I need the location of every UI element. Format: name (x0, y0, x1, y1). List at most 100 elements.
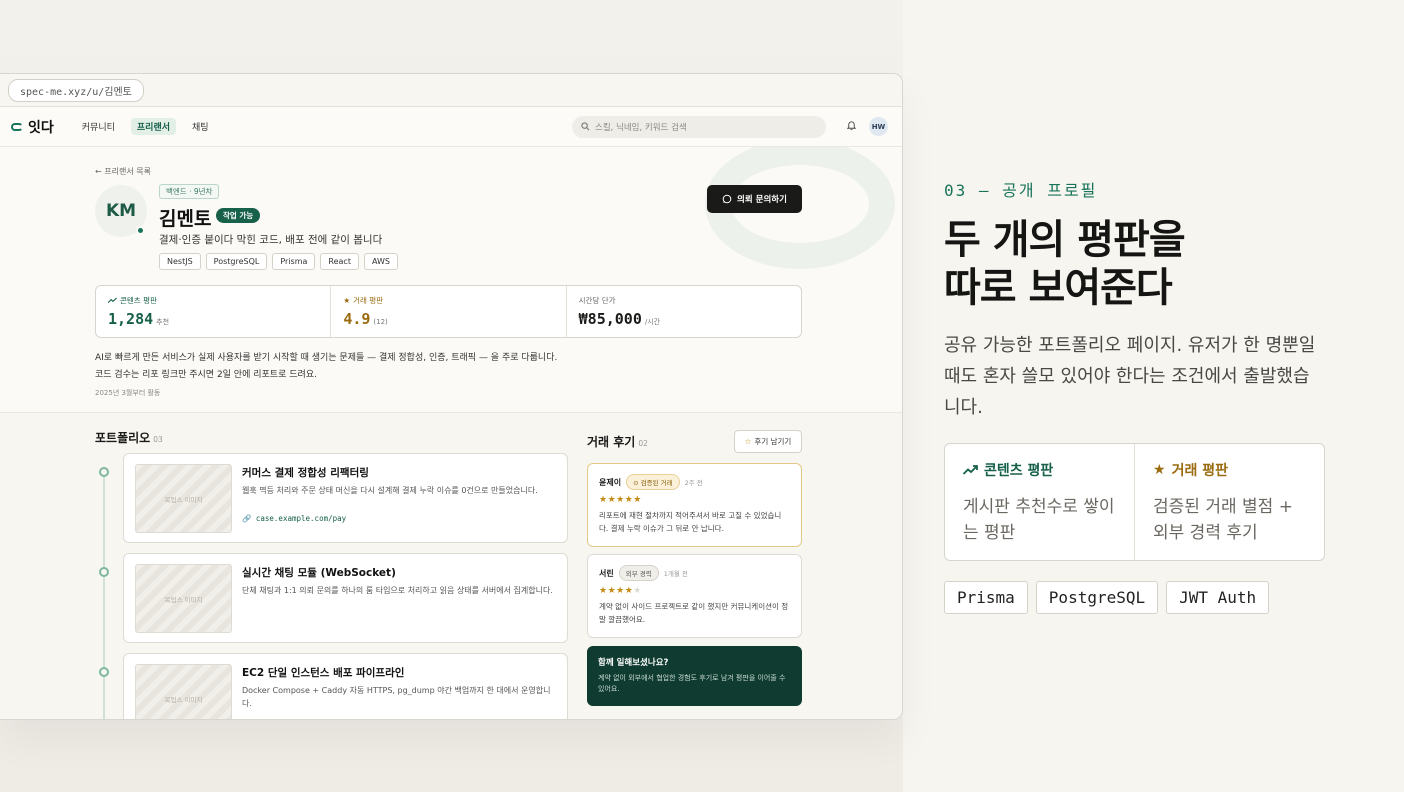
stat-value: ₩85,000 (578, 310, 642, 328)
portfolio-card-desc: 웹훅 멱등 처리와 주문 상태 머신을 다시 설계해 결제 누락 이슈를 0건으… (242, 486, 538, 495)
trending-up-icon (108, 297, 117, 304)
stat-label: 콘텐츠 평판 (120, 296, 157, 305)
reputation-content: 콘텐츠 평판 게시판 추천수로 쌓이는 평판 (945, 444, 1135, 560)
online-status-dot (136, 226, 145, 235)
stats-bar: 콘텐츠 평판 1,284 추천 ★ 거래 평판 4.9 (12) 시간당 단가 ₩8… (95, 285, 802, 338)
stat-value: 4.9 (343, 310, 371, 328)
panel-description: 공유 가능한 포트폴리오 페이지. 유저가 한 명뿐일 때도 혼자 쓸모 있어야… (944, 335, 1316, 418)
star-icon: ★ (343, 296, 351, 305)
stat-label: 시간당 단가 (578, 296, 616, 305)
review-time: 1개월 전 (663, 570, 688, 578)
stat-sub: /시간 (644, 318, 661, 326)
skill-chip[interactable]: React (320, 253, 359, 270)
rating-stars: ★★★★★ (599, 586, 642, 596)
availability-badge: 작업 가능 (216, 208, 261, 223)
reputation-box: 콘텐츠 평판 게시판 추천수로 쌓이는 평판 ★ 거래 평판 검증된 거래 별점… (944, 443, 1325, 561)
stat-label: 거래 평판 (353, 296, 384, 305)
cta-text: 계약 없이 외부에서 협업한 경험도 후기로 남겨 평판을 이어줄 수 있어요. (598, 674, 786, 693)
stat-sub: (12) (373, 318, 388, 326)
review-text: 계약 없이 사이드 프로젝트로 같이 했지만 커뮤니케이션이 정말 깔끔했어요. (599, 602, 789, 624)
timeline-dot (99, 567, 109, 577)
write-review-button[interactable]: ☆ 후기 남기기 (734, 430, 802, 453)
skill-chip[interactable]: AWS (363, 253, 398, 270)
check-circle-icon: ⊙ (633, 479, 639, 487)
tech-chips: Prisma PostgreSQL JWT Auth (944, 581, 1270, 614)
logo-text: 잇다 (28, 119, 54, 136)
app-nav: 잇다 커뮤니티 프리랜서 채팅 스킬, 닉네임, 키워드 검색 HW (0, 107, 902, 147)
portfolio-thumbnail: 목업스 이미지 (135, 564, 232, 633)
reputation-text: 검증된 거래 별점 + 외부 경력 후기 (1153, 497, 1293, 543)
user-avatar[interactable]: HW (869, 117, 888, 136)
star-outline-icon: ☆ (744, 437, 752, 446)
profile-tagline: 결제·인증 붙이다 막힌 코드, 배포 전에 같이 봅니다 (159, 234, 383, 246)
review-card: 윤제이 ⊙ 검증된 거래 2주 전 ★★★★★ 리포트에 재현 절차까지 적어주… (587, 463, 802, 547)
skill-chip[interactable]: Prisma (272, 253, 316, 270)
nav-item-freelancer[interactable]: 프리랜서 (130, 118, 177, 135)
lower-section: 포트폴리오 03 목업스 이미지 커머스 결제 정합성 리팩터링 웹훅 멱등 처리… (0, 413, 902, 719)
role-tag: 백엔드 · 9년차 (159, 184, 220, 199)
tech-chip: JWT Auth (1166, 581, 1270, 614)
portfolio-card-title: 커머스 결제 정합성 리팩터링 (242, 467, 369, 479)
inquiry-button[interactable]: 의뢰 문의하기 (707, 185, 802, 213)
portfolio-card[interactable]: 목업스 이미지 커머스 결제 정합성 리팩터링 웹훅 멱등 처리와 주문 상태 … (123, 453, 568, 543)
search-icon (581, 122, 590, 131)
cta-title: 함께 일해보셨나요? (598, 658, 669, 668)
bio-line: AI로 빠르게 만든 서비스가 실제 사용자를 받기 시작할 때 생기는 문제들… (95, 353, 558, 363)
panel-headline: 두 개의 평판을 따로 보여준다 (944, 217, 1186, 311)
stat-content-reputation: 콘텐츠 평판 1,284 추천 (96, 286, 332, 337)
reviews-count: 02 (638, 439, 648, 448)
browser-window: spec-me.xyz/u/김멘토 잇다 커뮤니티 프리랜서 채팅 스킬, 닉네… (0, 73, 903, 720)
portfolio-title: 포트폴리오 03 (95, 431, 163, 445)
skill-chip[interactable]: PostgreSQL (205, 253, 268, 270)
stat-value: 1,284 (108, 310, 154, 328)
timeline-dot (99, 467, 109, 477)
review-text: 리포트에 재현 절차까지 적어주셔서 바로 고칠 수 있었습니다. 결제 누락 … (599, 511, 782, 533)
portfolio-card-desc: Docker Compose + Caddy 자동 HTTPS, pg_dump… (242, 686, 551, 708)
logo-icon (11, 122, 23, 131)
reputation-title: 콘텐츠 평판 (984, 463, 1054, 479)
portfolio-card-desc: 단체 채팅과 1:1 의뢰 문의를 하나의 룸 타입으로 처리하고 읽음 상태를… (242, 586, 553, 595)
tech-chip: Prisma (944, 581, 1028, 614)
bio-line: 코드 검수는 리포 링크만 주시면 2일 안에 리포트로 드려요. (95, 370, 317, 380)
nav-item-community[interactable]: 커뮤니티 (76, 118, 121, 135)
reputation-trade: ★ 거래 평판 검증된 거래 별점 + 외부 경력 후기 (1135, 444, 1324, 560)
reviews-title: 거래 후기 02 (587, 435, 648, 449)
section-kicker: 03 — 공개 프로필 (944, 181, 1098, 200)
trending-up-icon (963, 465, 978, 475)
search-input[interactable]: 스킬, 닉네임, 키워드 검색 (572, 115, 826, 138)
verified-badge: ⊙ 검증된 거래 (626, 474, 680, 490)
profile-bio: AI로 빠르게 만든 서비스가 실제 사용자를 받기 시작할 때 생기는 문제들… (95, 350, 557, 384)
profile-header: ← 프리랜서 목록 KM 백엔드 · 9년차 김멘토 작업 가능 결제·인증 붙… (0, 147, 902, 413)
portfolio-count: 03 (153, 435, 163, 444)
portfolio-card[interactable]: 목업스 이미지 실시간 채팅 모듈 (WebSocket) 단체 채팅과 1:1… (123, 553, 568, 643)
logo[interactable]: 잇다 (11, 117, 54, 137)
stat-sub: 추천 (156, 318, 170, 326)
stat-hourly-rate: 시간당 단가 ₩85,000/시간 (567, 286, 801, 337)
bell-icon[interactable] (846, 120, 857, 134)
back-link[interactable]: ← 프리랜서 목록 (95, 166, 151, 177)
tech-chip: PostgreSQL (1035, 581, 1159, 614)
profile-name: 김멘토 (159, 208, 212, 230)
star-icon: ★ (1153, 462, 1166, 478)
url-field[interactable]: spec-me.xyz/u/김멘토 (8, 78, 144, 102)
review-cta-card[interactable]: 함께 일해보셨나요? 계약 없이 외부에서 협업한 경험도 후기로 남겨 평판을… (587, 646, 802, 706)
url-bar: spec-me.xyz/u/김멘토 (0, 74, 902, 107)
portfolio-thumbnail: 목업스 이미지 (135, 464, 232, 533)
nav-item-chat[interactable]: 채팅 (186, 118, 215, 135)
timeline-dot (99, 667, 109, 677)
stat-trade-reputation: ★ 거래 평판 4.9 (12) (331, 286, 567, 337)
skill-chip[interactable]: NestJS (159, 253, 201, 270)
portfolio-thumbnail: 목업스 이미지 (135, 664, 232, 719)
reputation-text: 게시판 추천수로 쌓이는 평판 (963, 497, 1115, 543)
portfolio-card-title: EC2 단일 인스턴스 배포 파이프라인 (242, 667, 405, 679)
reviewer-name: 윤제이 (599, 477, 622, 487)
rating-stars: ★★★★★ (599, 495, 642, 505)
link-icon: 🔗 (242, 514, 252, 523)
active-since: 2025년 3월부터 활동 (95, 389, 161, 397)
portfolio-card-link[interactable]: 🔗 case.example.com/pay (242, 514, 346, 523)
reputation-title: 거래 평판 (1171, 463, 1228, 479)
chat-bubble-icon (722, 194, 732, 204)
inquiry-button-label: 의뢰 문의하기 (737, 195, 787, 205)
portfolio-card[interactable]: 목업스 이미지 EC2 단일 인스턴스 배포 파이프라인 Docker Comp… (123, 653, 568, 719)
skill-chips: NestJS PostgreSQL Prisma React AWS (159, 253, 398, 270)
